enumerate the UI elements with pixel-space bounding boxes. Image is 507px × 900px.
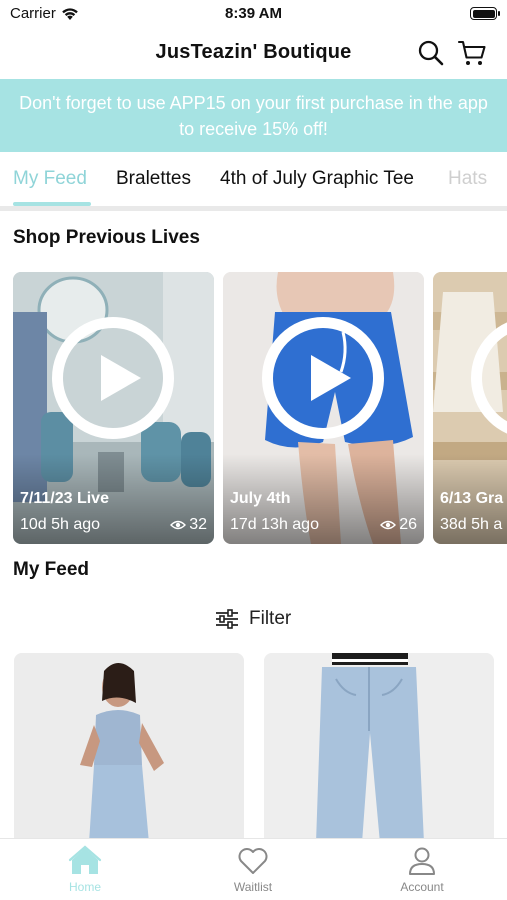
nav-home-label: Home [68, 880, 101, 894]
bottom-tab-bar: Home Waitlist Account [0, 838, 507, 900]
battery-icon [470, 7, 500, 20]
live-title: 6/13 Gra [440, 490, 504, 507]
product-image [14, 653, 244, 843]
eye-icon [380, 520, 397, 530]
nav-home[interactable]: Home [35, 845, 135, 899]
tab-bralettes[interactable]: Bralettes [116, 168, 191, 190]
tab-my-feed[interactable]: My Feed [13, 168, 87, 190]
category-tabs: My Feed Bralettes 4th of July Graphic Te… [0, 152, 507, 210]
play-icon[interactable] [52, 317, 174, 439]
tab-hats[interactable]: Hats [448, 168, 487, 190]
product-card[interactable] [264, 653, 494, 843]
live-view-count: 26 [380, 516, 417, 534]
live-title: 7/11/23 Live [20, 490, 109, 507]
live-card[interactable]: July 4th 17d 13h ago 26 [223, 272, 424, 544]
nav-waitlist[interactable]: Waitlist [203, 845, 303, 899]
search-button[interactable] [416, 38, 446, 68]
status-time: 8:39 AM [225, 5, 282, 22]
feed-section-title: My Feed [13, 559, 90, 580]
nav-account-label: Account [400, 880, 444, 894]
filter-label: Filter [249, 608, 292, 629]
app-header: JusTeazin' Boutique [0, 30, 507, 78]
play-icon[interactable] [262, 317, 384, 439]
previous-lives-carousel[interactable]: 7/11/23 Live 10d 5h ago 32 July 4th 17d … [0, 272, 507, 544]
cart-button[interactable] [457, 38, 487, 68]
cart-icon [457, 40, 486, 65]
product-card[interactable] [14, 653, 244, 843]
live-card[interactable]: 6/13 Gra 38d 5h a [433, 272, 507, 544]
home-icon [68, 845, 102, 874]
heart-icon [238, 848, 268, 874]
account-icon [409, 847, 435, 875]
promo-text: Don't forget to use APP15 on your first … [19, 92, 488, 139]
lives-section-title: Shop Previous Lives [13, 227, 200, 248]
product-image [264, 653, 494, 843]
live-view-count: 32 [170, 516, 207, 534]
live-time-ago: 38d 5h a [440, 516, 503, 533]
live-card[interactable]: 7/11/23 Live 10d 5h ago 32 [13, 272, 214, 544]
live-time-ago: 10d 5h ago [20, 516, 101, 533]
nav-waitlist-label: Waitlist [233, 880, 273, 894]
view-count-value: 26 [399, 516, 417, 533]
live-title: July 4th [230, 490, 291, 507]
filter-button[interactable]: Filter [215, 604, 291, 634]
view-count-value: 32 [189, 516, 207, 533]
promo-banner: Don't forget to use APP15 on your first … [0, 79, 507, 152]
search-icon [418, 40, 444, 66]
nav-account[interactable]: Account [372, 845, 472, 899]
eye-icon [170, 520, 187, 530]
tabs-divider [0, 206, 507, 211]
tab-4th-of-july-graphic-tee[interactable]: 4th of July Graphic Tee [220, 168, 414, 190]
status-bar: Carrier 8:39 AM [0, 0, 507, 30]
live-time-ago: 17d 13h ago [230, 516, 319, 533]
filter-sliders-icon [216, 609, 238, 629]
